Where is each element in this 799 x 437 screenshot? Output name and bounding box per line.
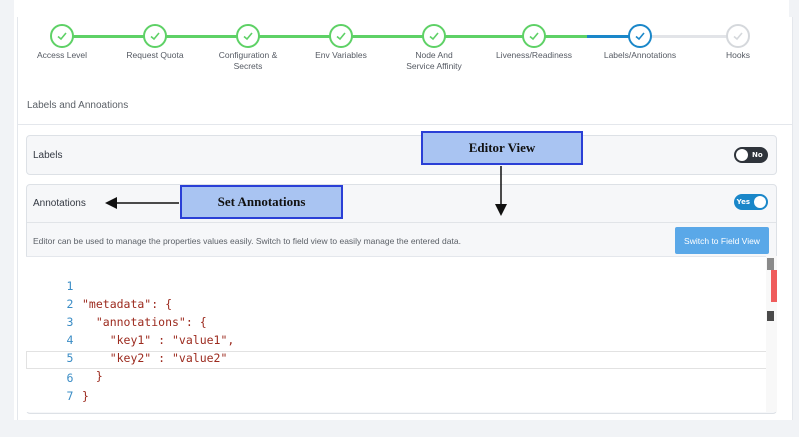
code-line[interactable]: 6 } bbox=[26, 351, 746, 403]
code-line[interactable]: 2 "annotations": { bbox=[26, 277, 746, 329]
cursor-marker bbox=[767, 311, 774, 321]
left-gutter bbox=[0, 0, 14, 437]
step-label: Hooks bbox=[725, 50, 751, 60]
step-configuration-secrets[interactable] bbox=[236, 24, 260, 48]
stepper-track-pending bbox=[640, 35, 738, 38]
check-icon bbox=[733, 32, 743, 41]
scrollbar-thumb[interactable] bbox=[767, 258, 774, 270]
annotations-toggle[interactable]: Yes bbox=[734, 194, 768, 210]
check-icon bbox=[57, 32, 67, 41]
check-icon bbox=[243, 32, 253, 41]
toggle-text: No bbox=[752, 151, 763, 159]
divider bbox=[18, 124, 792, 125]
editor-info-text: Editor can be used to manage the propert… bbox=[33, 236, 461, 246]
annotations-divider bbox=[27, 222, 776, 223]
step-labels-annotations[interactable] bbox=[628, 24, 652, 48]
switch-to-field-view-button[interactable]: Switch to Field View bbox=[675, 227, 769, 254]
bottom-band bbox=[0, 420, 799, 437]
error-marker bbox=[771, 270, 777, 302]
step-access-level[interactable] bbox=[50, 24, 74, 48]
step-node-service-affinity[interactable] bbox=[422, 24, 446, 48]
step-label: Liveness/Readiness bbox=[495, 50, 573, 60]
toggle-text: Yes bbox=[736, 198, 750, 206]
line-number: 7 bbox=[66, 389, 74, 403]
section-title: Labels and Annoations bbox=[27, 100, 129, 111]
check-icon bbox=[150, 32, 160, 41]
labels-panel bbox=[26, 135, 777, 175]
code-line[interactable]: 5 } bbox=[26, 331, 746, 383]
editor-view-callout: Editor View bbox=[421, 131, 583, 165]
code-line[interactable]: 7 bbox=[26, 369, 746, 403]
check-icon bbox=[529, 32, 539, 41]
annotations-title: Annotations bbox=[33, 198, 86, 209]
check-icon bbox=[429, 32, 439, 41]
step-label: Node And Service Affinity bbox=[406, 50, 462, 71]
check-icon bbox=[336, 32, 346, 41]
toggle-knob bbox=[736, 149, 748, 161]
check-icon bbox=[635, 32, 645, 41]
step-liveness-readiness[interactable] bbox=[522, 24, 546, 48]
step-request-quota[interactable] bbox=[143, 24, 167, 48]
toggle-knob bbox=[754, 196, 766, 208]
set-annotations-callout: Set Annotations bbox=[180, 185, 343, 219]
code-line[interactable]: 1 "metadata": { bbox=[26, 259, 746, 311]
step-hooks[interactable] bbox=[726, 24, 750, 48]
labels-title: Labels bbox=[33, 150, 63, 161]
step-env-variables[interactable] bbox=[329, 24, 353, 48]
code-line[interactable]: 4 "key2" : "value2" bbox=[26, 313, 746, 365]
code-line[interactable]: 3 "key1" : "value1", bbox=[26, 295, 746, 347]
step-label: Labels/Annotations bbox=[603, 50, 677, 60]
labels-toggle[interactable]: No bbox=[734, 147, 768, 163]
